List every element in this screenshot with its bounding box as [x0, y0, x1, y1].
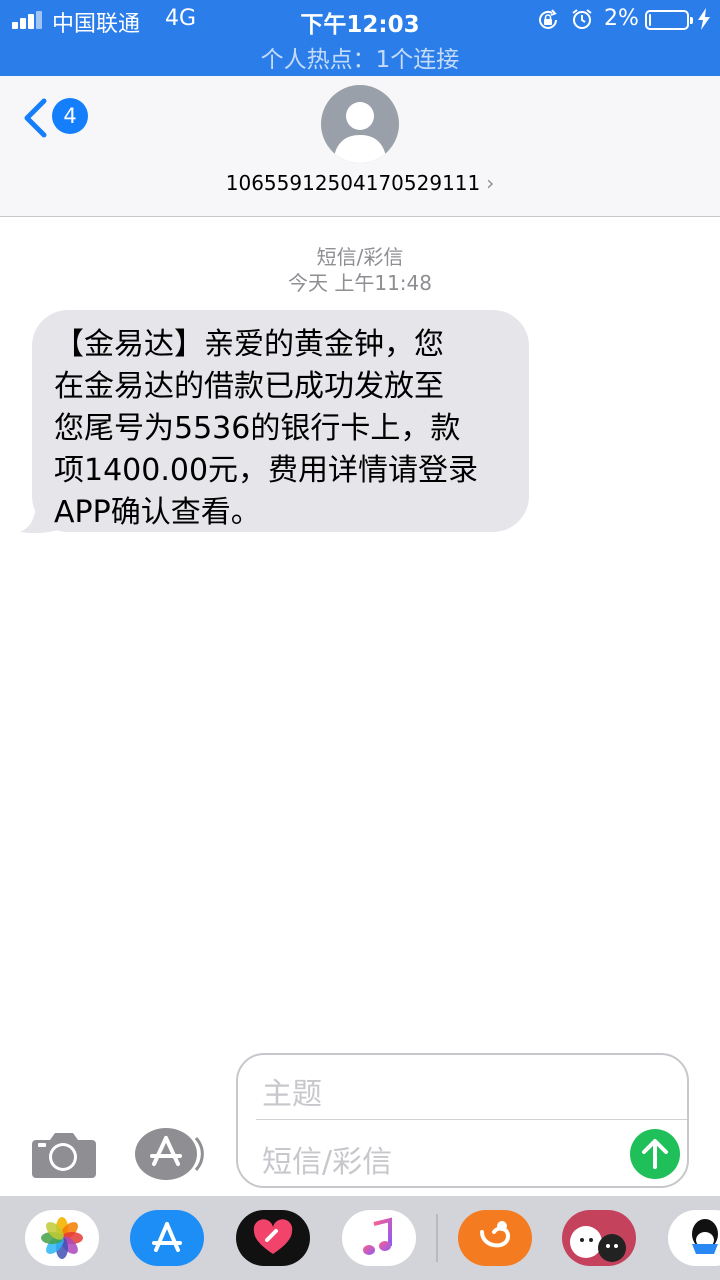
hotspot-banner[interactable]: 个人热点：1个连接 [0, 40, 720, 74]
sticker-icon[interactable] [562, 1210, 636, 1266]
unread-count-badge: 4 [52, 98, 88, 134]
chevron-right-icon: › [486, 171, 495, 195]
compose-divider [256, 1119, 687, 1120]
camera-icon[interactable] [32, 1130, 96, 1178]
contact-number: 10655912504170529111 [225, 171, 481, 195]
send-button[interactable] [630, 1129, 680, 1179]
music-icon[interactable] [342, 1210, 416, 1266]
charging-icon [698, 8, 710, 30]
message-line: APP确认查看。 [54, 495, 261, 530]
battery-icon [645, 10, 693, 30]
app-store-icon[interactable] [134, 1126, 206, 1182]
app-store-icon[interactable] [130, 1210, 204, 1266]
back-button[interactable]: 4 [20, 94, 90, 140]
arrow-up-icon [642, 1139, 668, 1169]
person-icon [333, 102, 387, 163]
app-drawer [0, 1196, 720, 1280]
rotation-lock-icon [539, 9, 557, 29]
battery-percent: 2% [604, 6, 639, 31]
uc-browser-icon[interactable] [458, 1210, 532, 1266]
digital-touch-icon[interactable] [236, 1210, 310, 1266]
message-line: 在金易达的借款已成功发放至 [54, 369, 444, 404]
message-line: 项1400.00元，费用详情请登录 [54, 453, 479, 488]
photos-icon[interactable] [25, 1210, 99, 1266]
contact-avatar[interactable] [321, 85, 399, 163]
chevron-left-icon [24, 98, 47, 138]
message-type-label: 短信/彩信 [316, 245, 404, 269]
subject-input[interactable]: 主题 [262, 1069, 322, 1113]
contact-name-row[interactable]: 10655912504170529111 › [0, 171, 720, 195]
qq-icon[interactable] [668, 1210, 720, 1266]
incoming-message-bubble[interactable]: 【金易达】亲爱的黄金钟，您 在金易达的借款已成功发放至 您尾号为5536的银行卡… [32, 310, 529, 532]
compose-box[interactable]: 主题 短信/彩信 [236, 1053, 689, 1188]
alarm-icon [572, 9, 592, 29]
message-line: 您尾号为5536的银行卡上，款 [54, 411, 461, 446]
conversation-header: 4 10655912504170529111 › [0, 76, 720, 217]
drawer-divider [436, 1214, 438, 1262]
message-line: 【金易达】亲爱的黄金钟，您 [54, 327, 444, 362]
status-bar: 中国联通 4G 下午12:03 2% 个人热点：1个连接 [0, 0, 720, 76]
message-timestamp: 今天 上午11:48 [288, 271, 432, 295]
message-input[interactable]: 短信/彩信 [262, 1137, 392, 1181]
